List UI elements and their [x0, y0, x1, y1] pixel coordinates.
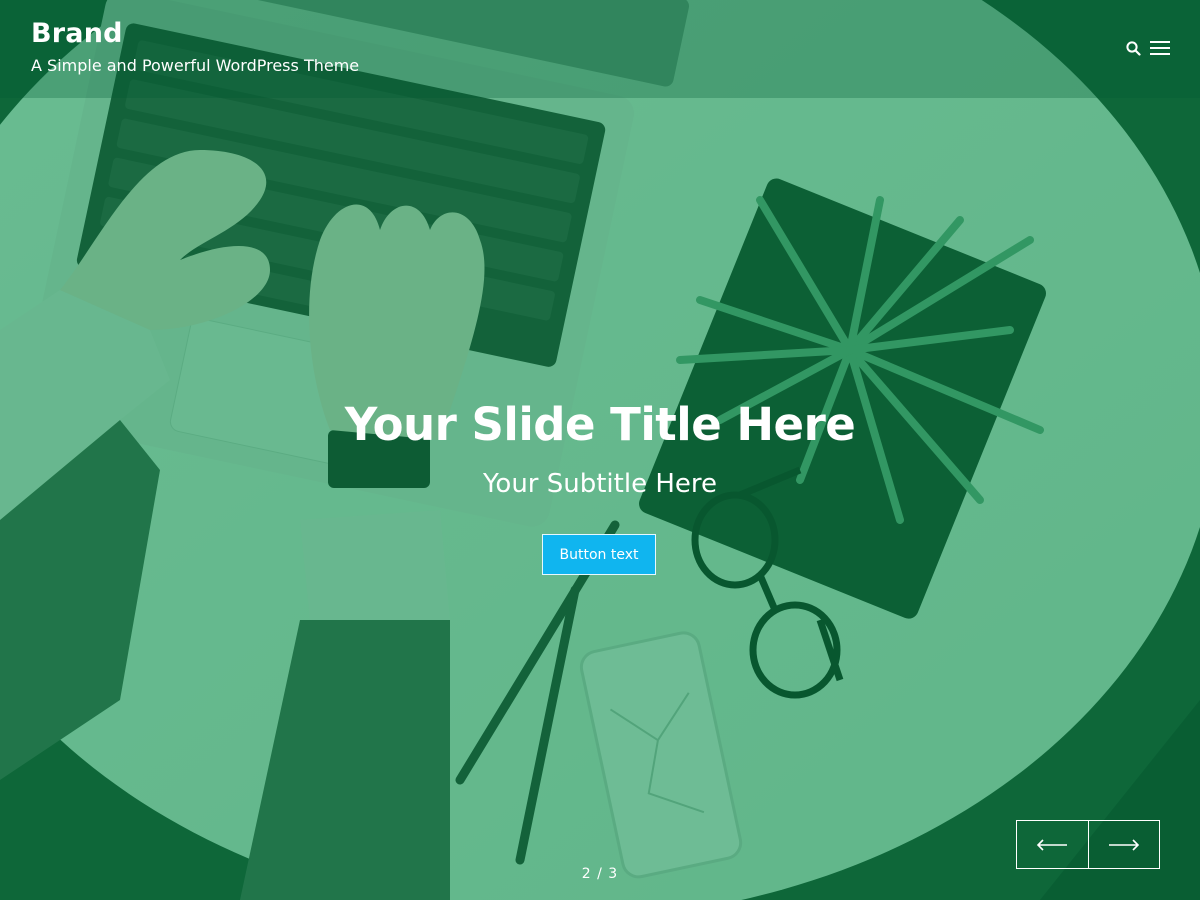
- site-tagline: A Simple and Powerful WordPress Theme: [31, 56, 360, 75]
- hamburger-menu-icon[interactable]: [1149, 39, 1171, 57]
- slide-title: Your Slide Title Here: [344, 398, 856, 451]
- hamburger-menu-icon-graphic: [1150, 41, 1170, 55]
- site-brand[interactable]: Brand: [31, 18, 123, 49]
- slider-navigation: [1016, 820, 1160, 869]
- hero-slider: Brand A Simple and Powerful WordPress Th…: [0, 0, 1200, 900]
- search-icon[interactable]: [1124, 39, 1142, 57]
- next-slide-button[interactable]: [1087, 821, 1160, 868]
- search-icon-graphic: [1125, 40, 1141, 56]
- slide-counter: 2 / 3: [581, 866, 619, 882]
- arrow-left-icon: [1037, 838, 1068, 851]
- site-header: Brand A Simple and Powerful WordPress Th…: [0, 0, 1200, 98]
- slide-cta-button[interactable]: Button text: [542, 534, 656, 575]
- slide-subtitle: Your Subtitle Here: [482, 469, 717, 499]
- header-tools: [1124, 39, 1171, 57]
- previous-slide-button[interactable]: [1017, 821, 1088, 868]
- arrow-right-icon: [1108, 838, 1139, 851]
